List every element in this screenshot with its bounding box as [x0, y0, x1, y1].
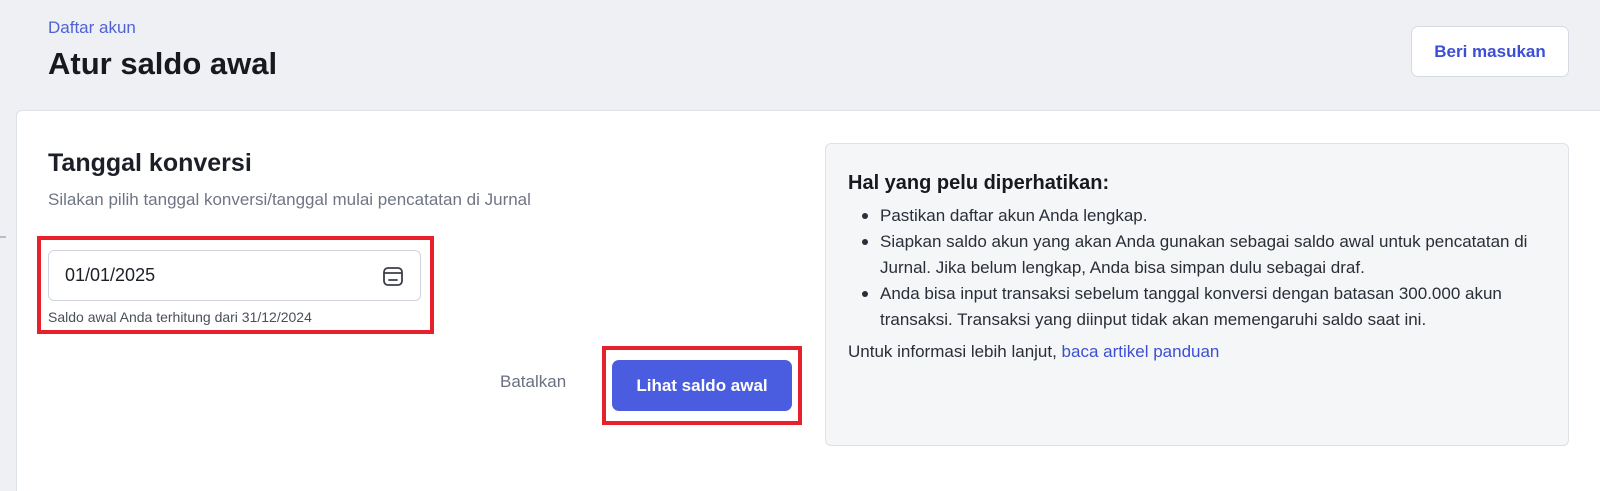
- info-item: Siapkan saldo akun yang akan Anda gunaka…: [858, 229, 1546, 281]
- edge-divider: [0, 236, 6, 238]
- page-header: Daftar akun Atur saldo awal: [48, 18, 277, 82]
- info-footer: Untuk informasi lebih lanjut, baca artik…: [848, 339, 1546, 365]
- page-title: Atur saldo awal: [48, 46, 278, 81]
- section-title: Tanggal konversi: [48, 149, 252, 177]
- info-panel: Hal yang pelu diperhatikan: Pastikan daf…: [825, 143, 1569, 446]
- info-item: Anda bisa input transaksi sebelum tangga…: [858, 281, 1546, 333]
- info-title: Hal yang pelu diperhatikan:: [848, 172, 1110, 194]
- breadcrumb-daftar-akun[interactable]: Daftar akun: [48, 18, 277, 38]
- highlight-box-date: [37, 236, 434, 334]
- info-item: Pastikan daftar akun Anda lengkap.: [858, 203, 1546, 229]
- info-list: Pastikan daftar akun Anda lengkap. Siapk…: [848, 203, 1546, 333]
- guide-article-link[interactable]: baca artikel panduan: [1062, 342, 1220, 361]
- highlight-box-button: [602, 346, 802, 425]
- cancel-button[interactable]: Batalkan: [500, 372, 566, 392]
- section-subtitle: Silakan pilih tanggal konversi/tanggal m…: [48, 190, 531, 209]
- info-footer-text: Untuk informasi lebih lanjut,: [848, 342, 1062, 361]
- feedback-button[interactable]: Beri masukan: [1411, 26, 1569, 77]
